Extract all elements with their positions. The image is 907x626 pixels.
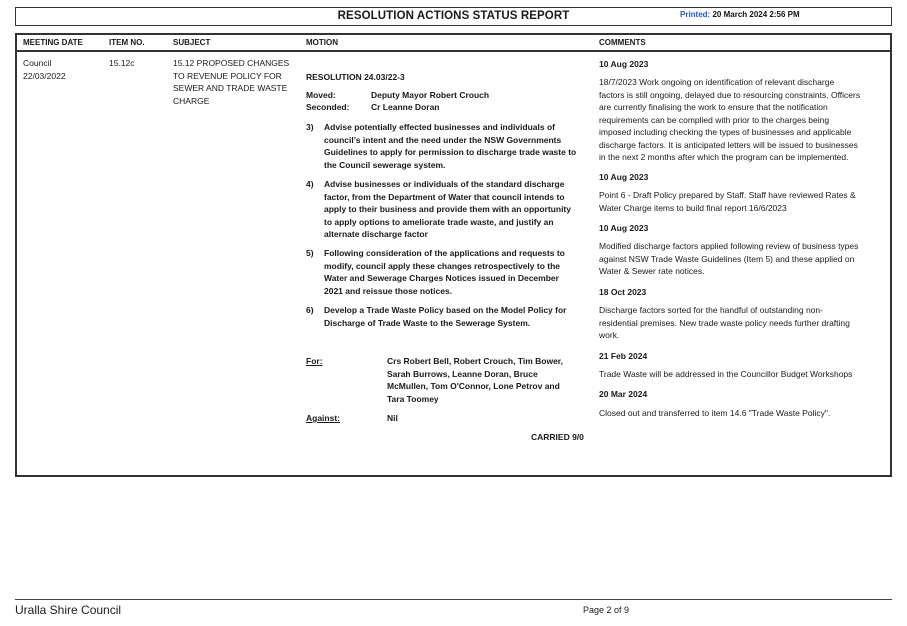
footer-divider: [15, 599, 892, 600]
comment-text: Discharge factors sorted for the handful…: [599, 304, 887, 342]
motion-item-line: Following consideration of the applicati…: [324, 248, 565, 258]
motion-item-4: Advise businesses or individuals of the …: [324, 178, 587, 241]
motion-item-line: Develop a Trade Waste Policy based on th…: [324, 305, 567, 315]
against-label: Against:: [306, 413, 340, 423]
motion-item-line: Discharge of Trade Waste to the Sewerage…: [324, 317, 531, 328]
comment-date: 20 Mar 2024: [599, 389, 648, 399]
report-header: RESOLUTION ACTIONS STATUS REPORT Printed…: [15, 7, 892, 26]
meeting-type: Council: [23, 58, 52, 68]
comment-date: 21 Feb 2024: [599, 351, 648, 361]
motion-item-line: council’s intent and the need under the …: [324, 134, 562, 145]
col-meeting-date: MEETING DATE: [23, 38, 83, 47]
comment-text: Modified discharge factors applied follo…: [599, 240, 887, 278]
resolution-table: MEETING DATE ITEM NO. SUBJECT MOTION COM…: [15, 33, 892, 477]
subject-line: 15.12 PROPOSED CHANGES: [173, 58, 290, 68]
footer-page-number: Page 2 of 9: [583, 605, 630, 615]
comment-line: are currently finalising the work to ens…: [599, 102, 828, 112]
motion-item-6: Develop a Trade Waste Policy based on th…: [324, 304, 587, 329]
against-value: Nil: [387, 413, 398, 423]
for-voters-line: McMullen, Tom O'Connor, Lone Petrov and: [387, 381, 560, 391]
motion-item-number: 6): [306, 305, 314, 315]
printed-value: 20 March 2024 2:56 PM: [712, 10, 800, 19]
carried-result: CARRIED 9/0: [531, 432, 584, 442]
comment-date: 10 Aug 2023: [599, 223, 649, 233]
comment-line: residential premises. New trade waste po…: [599, 317, 850, 328]
footer-council-name: Uralla Shire Council: [15, 603, 122, 617]
for-label: For:: [306, 356, 323, 366]
motion-item-line: Advise potentially effected businesses a…: [324, 122, 555, 132]
col-item-no: ITEM NO.: [109, 38, 145, 47]
meeting-date-cell: Council 22/03/2022: [23, 57, 66, 82]
motion-item-number: 4): [306, 179, 314, 189]
comment-date: 18 Oct 2023: [599, 287, 647, 297]
resolution-number: RESOLUTION 24.03/22-3: [306, 72, 405, 82]
item-number: 15.12c: [109, 58, 135, 68]
subject-cell: 15.12 PROPOSED CHANGES TO REVENUE POLICY…: [173, 57, 295, 107]
col-subject: SUBJECT: [173, 38, 211, 47]
comment-text: 18/7/2023 Work ongoing on identification…: [599, 76, 887, 164]
moved-label: Moved:: [306, 90, 336, 100]
comment-line: Water Charge items to build final report…: [599, 202, 787, 213]
comment-line: discharge factors. It is anticipated let…: [599, 139, 858, 150]
motion-item-line: the Council sewerage system.: [324, 159, 446, 170]
motion-item-3: Advise potentially effected businesses a…: [324, 121, 587, 171]
seconded-value: Cr Leanne Doran: [371, 102, 440, 112]
motion-item-number: 5): [306, 248, 314, 258]
for-voters-line: Crs Robert Bell, Robert Crouch, Tim Bowe…: [387, 356, 564, 366]
comment-line: Trade Waste will be addressed in the Cou…: [599, 369, 853, 379]
motion-item-line: modify, council apply these changes retr…: [324, 260, 561, 271]
comment-text: Point 6 - Draft Policy prepared by Staff…: [599, 189, 887, 214]
table-header-row: MEETING DATE ITEM NO. SUBJECT MOTION COM…: [17, 35, 890, 52]
motion-item-line: apply to their business and provide them…: [324, 204, 571, 214]
comment-line: 18/7/2023 Work ongoing on identification…: [599, 77, 835, 87]
col-comments: COMMENTS: [599, 38, 646, 47]
subject-line: TO REVENUE POLICY FOR: [173, 70, 282, 81]
comment-text: Closed out and transferred to item 14.6 …: [599, 407, 887, 420]
col-motion: MOTION: [306, 38, 338, 47]
comment-line: against NSW Trade Waste Guidelines (Item…: [599, 253, 855, 264]
comment-line: Closed out and transferred to item 14.6 …: [599, 408, 831, 418]
motion-item-line: 2021 and reissue those notices.: [324, 285, 453, 296]
motion-item-line: alternate discharge factor: [324, 229, 428, 239]
comment-date: 10 Aug 2023: [599, 59, 649, 69]
motion-item-line: Water and Sewerage Charges Notices issue…: [324, 273, 559, 283]
for-voters-line: Tara Toomey: [387, 393, 439, 404]
printed-label: Printed:: [680, 10, 711, 19]
for-voters-line: Sarah Burrows, Leanne Doran, Bruce: [387, 368, 538, 379]
motion-item-line: Guidelines to apply for permission to di…: [324, 147, 577, 157]
meeting-date: 22/03/2022: [23, 70, 66, 81]
seconded-label: Seconded:: [306, 102, 350, 112]
comment-text: Trade Waste will be addressed in the Cou…: [599, 368, 887, 381]
motion-item-line: factor, from the Department of Water tha…: [324, 191, 565, 202]
comment-line: Discharge factors sorted for the handful…: [599, 305, 823, 315]
subject-line: SEWER AND TRADE WASTE: [173, 83, 288, 93]
subject-line: CHARGE: [173, 95, 210, 106]
comment-line: factors is still ongoing, delayed due to…: [599, 89, 861, 100]
comment-line: requirements can be complied with prior …: [599, 114, 830, 125]
motion-item-5: Following consideration of the applicati…: [324, 247, 587, 297]
comment-line: Point 6 - Draft Policy prepared by Staff…: [599, 190, 856, 200]
motion-item-line: Advise businesses or individuals of the …: [324, 179, 565, 189]
comment-line: imposed including checking the types of …: [599, 127, 852, 137]
motion-item-number: 3): [306, 122, 314, 132]
comment-line: Water & Sewer rate notices.: [599, 266, 705, 276]
comment-line: Modified discharge factors applied follo…: [599, 241, 859, 251]
for-voters: Crs Robert Bell, Robert Crouch, Tim Bowe…: [387, 355, 587, 405]
moved-value: Deputy Mayor Robert Crouch: [371, 90, 490, 100]
comment-line: in the next 2 months after which the pro…: [599, 152, 849, 162]
motion-item-line: to apply options to ameliorate trade was…: [324, 216, 554, 227]
comment-line: work.: [599, 330, 620, 340]
comment-date: 10 Aug 2023: [599, 172, 649, 182]
printed-timestamp: Printed: 20 March 2024 2:56 PM: [680, 10, 800, 19]
